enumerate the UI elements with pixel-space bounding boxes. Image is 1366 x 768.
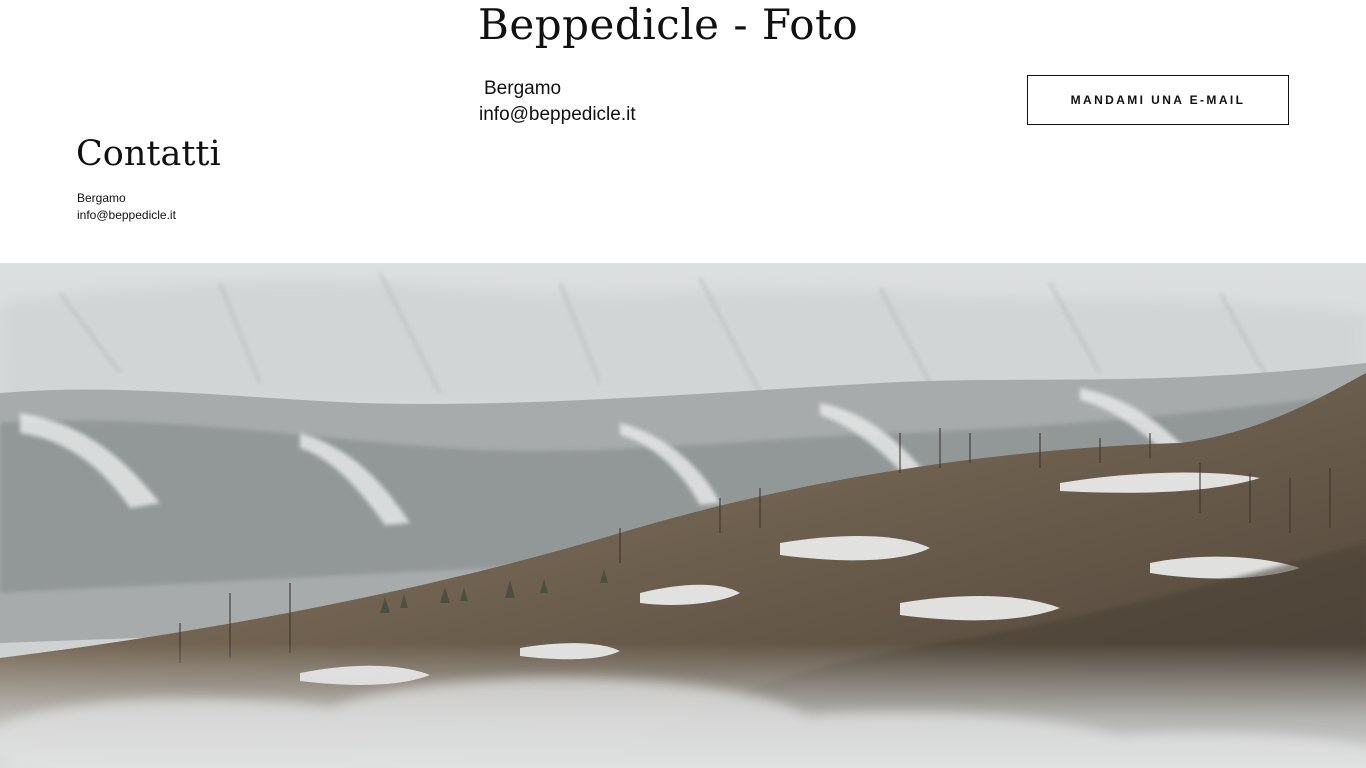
send-email-button[interactable]: MANDAMI UNA E-MAIL [1027, 75, 1289, 125]
contact-heading: Contatti [76, 134, 221, 174]
header-contact-info: Bergamo info@beppedicle.it [479, 76, 636, 128]
contact-city: Bergamo [77, 191, 126, 205]
mountain-landscape-image [0, 263, 1366, 768]
contact-details: Bergamo info@beppedicle.it [77, 190, 176, 224]
header-email-link[interactable]: info@beppedicle.it [479, 102, 636, 128]
contact-email-link[interactable]: info@beppedicle.it [77, 207, 176, 224]
hero-image [0, 263, 1366, 768]
header-city: Bergamo [484, 78, 562, 99]
site-title[interactable]: Beppedicle - Foto [478, 0, 858, 50]
